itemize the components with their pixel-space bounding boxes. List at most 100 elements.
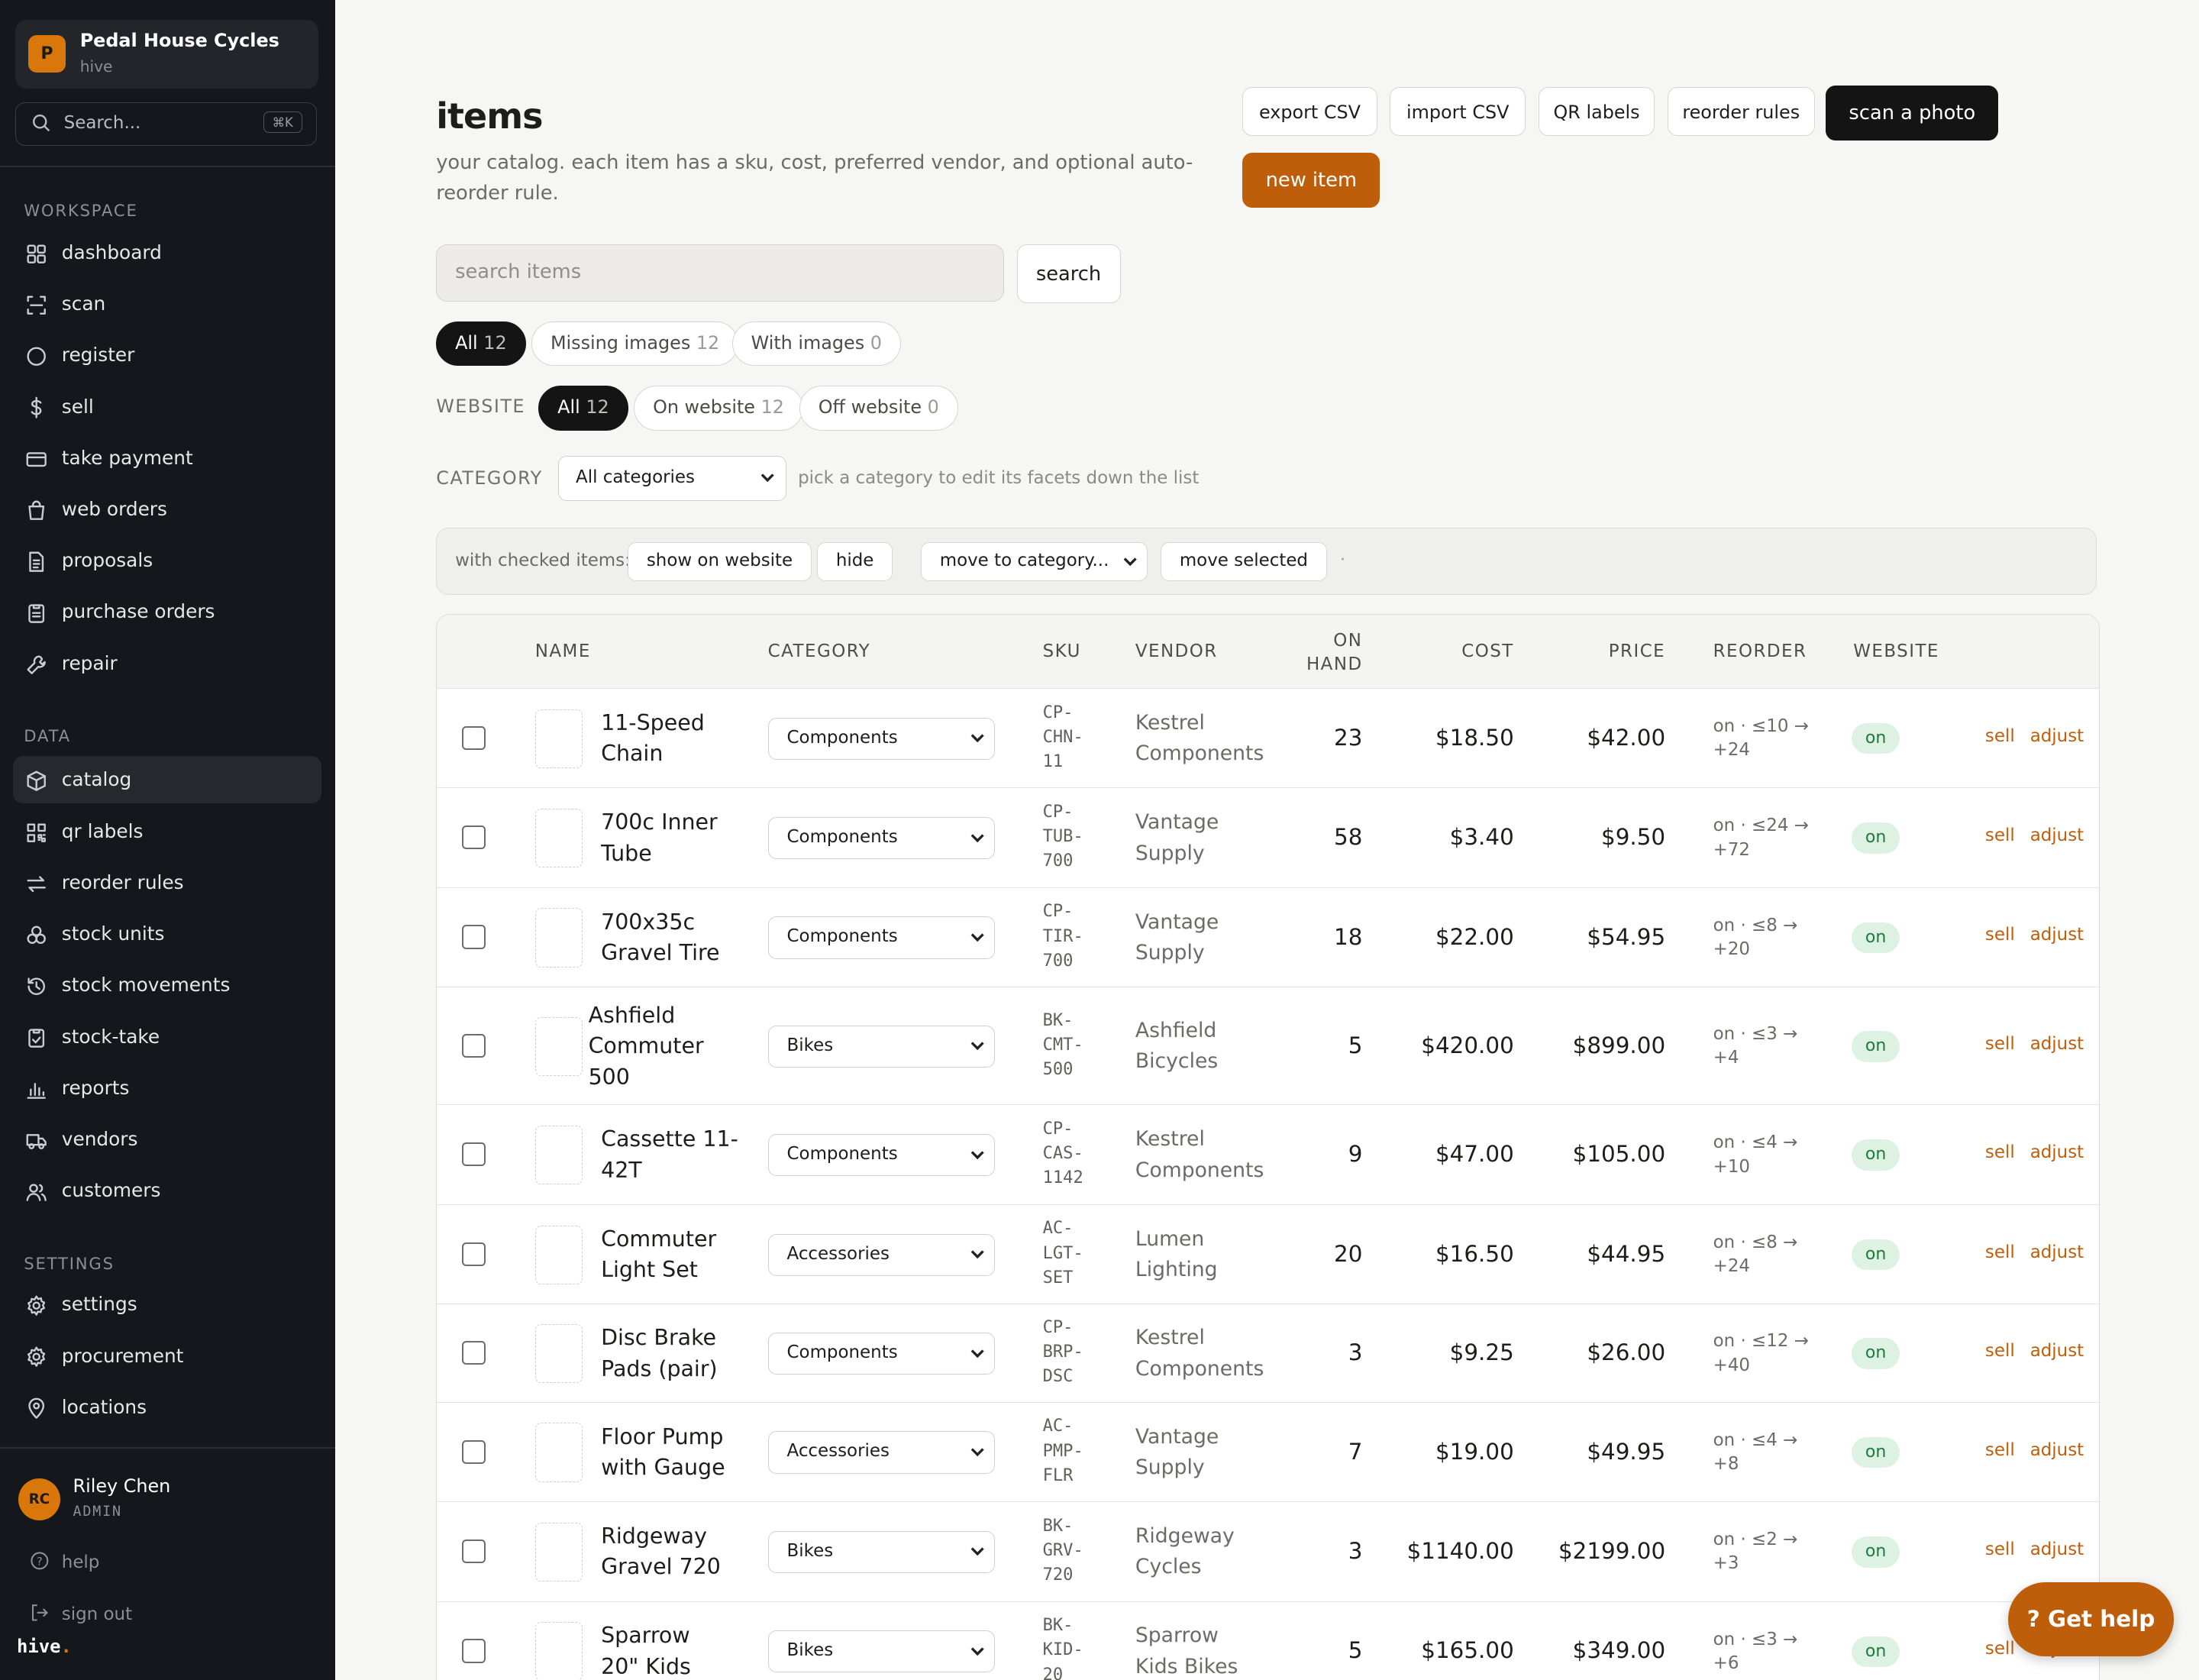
workspace-switcher[interactable]: P Pedal House Cycles hive [15, 19, 318, 89]
website-all[interactable]: All 12 [538, 386, 628, 431]
sidebar-item-web-orders[interactable]: web orders [13, 485, 321, 532]
row-checkbox[interactable] [462, 1242, 486, 1266]
adjust-link[interactable]: adjust [2030, 1440, 2084, 1460]
sell-link[interactable]: sell [1985, 726, 2015, 746]
hide-button[interactable]: hide [816, 541, 893, 582]
category-select[interactable]: All categories [558, 455, 787, 501]
item-reorder-rule[interactable]: on · ≤8 → +20 [1713, 914, 1814, 961]
row-category-select[interactable]: Accessories [767, 1233, 996, 1276]
sidebar-item-dashboard[interactable]: dashboard [13, 228, 321, 276]
item-image-placeholder[interactable] [534, 709, 583, 768]
sidebar-item-stock-movements[interactable]: stock movements [13, 961, 321, 1009]
get-help-button[interactable]: ? Get help [2008, 1581, 2174, 1657]
website-status-badge[interactable]: on [1852, 922, 1900, 954]
website-status-badge[interactable]: on [1852, 722, 1900, 754]
item-reorder-rule[interactable]: on · ≤2 → +3 [1713, 1528, 1814, 1575]
sidebar-item-repair[interactable]: repair [13, 639, 321, 687]
row-category-select[interactable]: Bikes [767, 1630, 996, 1673]
website-status-badge[interactable]: on [1852, 1139, 1900, 1171]
sidebar-item-register[interactable]: register [13, 331, 321, 379]
sidebar-item-customers[interactable]: customers [13, 1167, 321, 1214]
sell-link[interactable]: sell [1985, 925, 2015, 945]
adjust-link[interactable]: adjust [2030, 1539, 2084, 1559]
item-name[interactable]: 11-Speed Chain [601, 708, 705, 770]
adjust-link[interactable]: adjust [2030, 1242, 2084, 1262]
scan-photo-button[interactable]: scan a photo [1826, 86, 1999, 141]
import-csv-button[interactable]: import CSV [1390, 86, 1526, 137]
item-reorder-rule[interactable]: on · ≤24 → +72 [1713, 814, 1814, 861]
sell-link[interactable]: sell [1985, 825, 2015, 845]
adjust-link[interactable]: adjust [2030, 825, 2084, 845]
row-checkbox[interactable] [462, 925, 486, 949]
sidebar-item-proposals[interactable]: proposals [13, 537, 321, 584]
website-on[interactable]: On website 12 [634, 386, 803, 431]
header-sku[interactable]: SKU [1043, 641, 1081, 661]
new-item-button[interactable]: new item [1242, 153, 1380, 208]
sidebar-search[interactable]: Search... ⌘K [15, 102, 318, 147]
row-checkbox[interactable] [462, 1341, 486, 1365]
item-image-placeholder[interactable] [534, 1522, 583, 1582]
row-checkbox[interactable] [462, 1033, 486, 1058]
website-status-badge[interactable]: on [1852, 1239, 1900, 1271]
row-checkbox[interactable] [462, 1539, 486, 1564]
sell-link[interactable]: sell [1985, 1539, 2015, 1559]
item-image-placeholder[interactable] [534, 1126, 583, 1185]
sidebar-item-purchase-orders[interactable]: purchase orders [13, 588, 321, 635]
item-name[interactable]: Sparrow 20" Kids [601, 1620, 691, 1680]
sidebar-item-vendors[interactable]: vendors [13, 1116, 321, 1163]
help-link[interactable]: ? help [30, 1551, 99, 1572]
sell-link[interactable]: sell [1985, 1341, 2015, 1361]
website-status-badge[interactable]: on [1852, 1338, 1900, 1369]
sidebar-item-stock-units[interactable]: stock units [13, 910, 321, 958]
row-category-select[interactable]: Components [767, 817, 996, 860]
header-website[interactable]: WEBSITE [1853, 641, 1939, 661]
adjust-link[interactable]: adjust [2030, 726, 2084, 746]
reorder-rules-button[interactable]: reorder rules [1667, 86, 1815, 137]
item-name[interactable]: Disc Brake Pads (pair) [601, 1323, 718, 1384]
sell-link[interactable]: sell [1985, 1142, 2015, 1162]
sidebar-item-reorder-rules[interactable]: reorder rules [13, 858, 321, 906]
row-checkbox[interactable] [462, 1639, 486, 1663]
item-reorder-rule[interactable]: on · ≤3 → +4 [1713, 1023, 1814, 1070]
move-selected-button[interactable]: move selected [1160, 541, 1327, 582]
row-category-select[interactable]: Components [767, 717, 996, 760]
row-category-select[interactable]: Accessories [767, 1431, 996, 1474]
website-status-badge[interactable]: on [1852, 1031, 1900, 1062]
website-status-badge[interactable]: on [1852, 822, 1900, 854]
sidebar-item-procurement[interactable]: procurement [13, 1332, 321, 1379]
qr-labels-button[interactable]: QR labels [1538, 86, 1655, 137]
adjust-link[interactable]: adjust [2030, 1341, 2084, 1361]
move-category-select[interactable]: move to category... [920, 541, 1148, 582]
header-cost[interactable]: COST [1405, 641, 1514, 661]
search-input[interactable]: search items [436, 244, 1005, 302]
item-reorder-rule[interactable]: on · ≤12 → +40 [1713, 1329, 1814, 1377]
adjust-link[interactable]: adjust [2030, 925, 2084, 945]
sidebar-item-scan[interactable]: scan [13, 280, 321, 328]
website-status-badge[interactable]: on [1852, 1636, 1900, 1668]
item-image-placeholder[interactable] [534, 1622, 583, 1680]
sidebar-item-sell[interactable]: sell [13, 383, 321, 430]
sidebar-item-qr-labels[interactable]: qr labels [13, 807, 321, 855]
item-name[interactable]: 700c Inner Tube [601, 807, 718, 869]
header-category[interactable]: CATEGORY [768, 641, 871, 661]
item-image-placeholder[interactable] [534, 1323, 583, 1384]
filter-missing-images[interactable]: Missing images 12 [531, 321, 739, 367]
item-reorder-rule[interactable]: on · ≤4 → +10 [1713, 1131, 1814, 1178]
sidebar-item-stock-take[interactable]: stock-take [13, 1013, 321, 1060]
sell-link[interactable]: sell [1985, 1242, 2015, 1262]
row-checkbox[interactable] [462, 1439, 486, 1464]
show-on-website-button[interactable]: show on website [627, 541, 812, 582]
item-name[interactable]: Floor Pump with Gauge [601, 1422, 725, 1484]
item-name[interactable]: Ashfield Commuter 500 [589, 1000, 704, 1093]
item-image-placeholder[interactable] [534, 1225, 583, 1284]
sidebar-item-catalog[interactable]: catalog [12, 755, 321, 804]
item-reorder-rule[interactable]: on · ≤4 → +8 [1713, 1429, 1814, 1476]
item-image-placeholder[interactable] [534, 1016, 583, 1076]
sidebar-item-take-payment[interactable]: take payment [13, 434, 321, 481]
header-price[interactable]: PRICE [1545, 641, 1665, 661]
item-image-placeholder[interactable] [534, 1423, 583, 1482]
row-category-select[interactable]: Components [767, 1333, 996, 1375]
item-image-placeholder[interactable] [534, 809, 583, 868]
adjust-link[interactable]: adjust [2030, 1142, 2084, 1162]
website-status-badge[interactable]: on [1852, 1536, 1900, 1568]
